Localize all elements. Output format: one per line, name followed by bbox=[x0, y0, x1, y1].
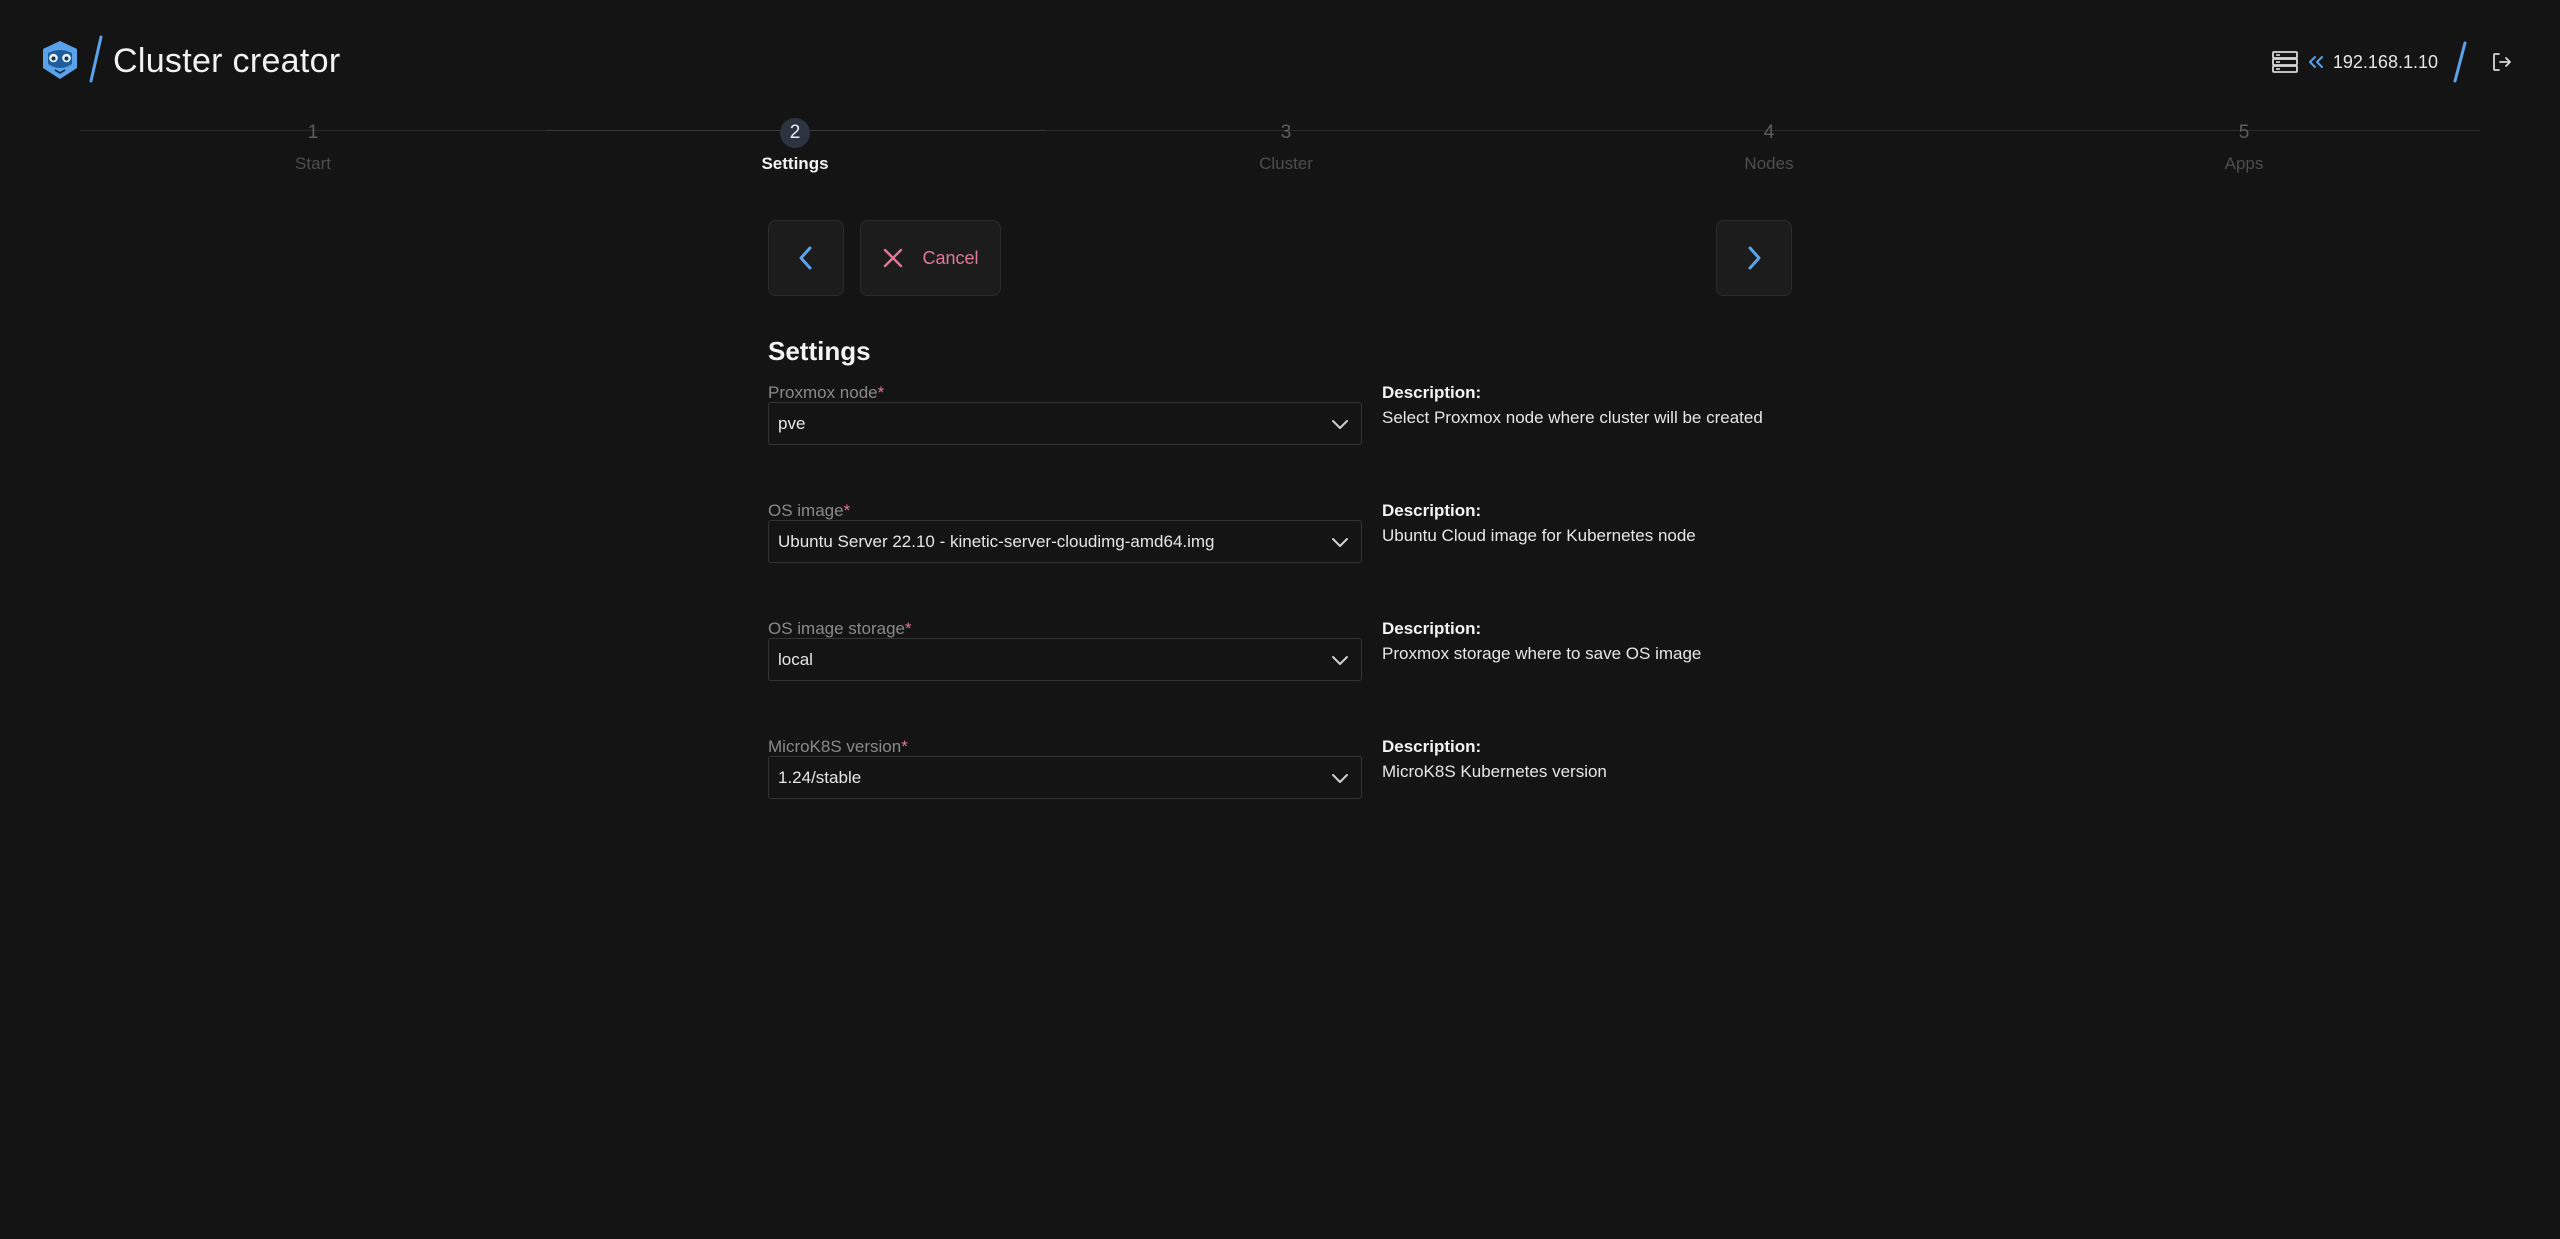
app-title: Cluster creator bbox=[113, 42, 341, 80]
os-image-select[interactable]: Ubuntu Server 22.10 - kinetic-server-clo… bbox=[768, 520, 1362, 563]
chevron-right-icon bbox=[1748, 246, 1761, 270]
description-heading: Description: bbox=[1382, 737, 1482, 756]
title-divider-slash bbox=[89, 35, 103, 83]
field-description: Description: MicroK8S Kubernetes version bbox=[1382, 737, 1802, 782]
step-nodes[interactable]: 4 Nodes bbox=[1669, 118, 1869, 174]
field-label: OS image storage* bbox=[768, 619, 912, 638]
step-number: 4 bbox=[1763, 122, 1775, 143]
host-controls: 192.168.1.10 bbox=[2271, 41, 2514, 83]
field-label: MicroK8S version* bbox=[768, 737, 908, 756]
microk8s-version-select[interactable]: 1.24/stable bbox=[768, 756, 1362, 799]
step-label: Start bbox=[295, 154, 331, 173]
chevron-down-icon bbox=[1332, 538, 1348, 547]
step-number: 3 bbox=[1280, 122, 1292, 143]
field-label: OS image* bbox=[768, 501, 851, 520]
description-text: MicroK8S Kubernetes version bbox=[1382, 762, 1607, 781]
close-icon bbox=[884, 248, 903, 268]
host-address[interactable]: 192.168.1.10 bbox=[2333, 52, 2438, 73]
description-text: Proxmox storage where to save OS image bbox=[1382, 644, 1702, 663]
step-label: Apps bbox=[2224, 154, 2264, 173]
chevron-down-icon bbox=[1332, 656, 1348, 665]
select-value: Ubuntu Server 22.10 - kinetic-server-clo… bbox=[778, 532, 1215, 551]
required-marker: * bbox=[843, 501, 851, 520]
step-start[interactable]: 1 Start bbox=[213, 118, 413, 174]
step-number: 5 bbox=[2238, 122, 2250, 143]
required-marker: * bbox=[901, 737, 908, 756]
select-value: 1.24/stable bbox=[778, 768, 862, 787]
step-settings[interactable]: 2 Settings bbox=[695, 118, 895, 174]
cancel-button[interactable]: Cancel bbox=[860, 220, 1001, 296]
os-image-storage-select[interactable]: local bbox=[768, 638, 1362, 681]
section-title: Settings bbox=[768, 336, 871, 366]
logout-icon[interactable] bbox=[2490, 50, 2514, 74]
proxmox-node-select[interactable]: pve bbox=[768, 402, 1362, 445]
select-value: pve bbox=[778, 414, 806, 433]
required-marker: * bbox=[877, 383, 885, 402]
app-header: Cluster creator 192.168.1.10 bbox=[0, 0, 2560, 124]
description-heading: Description: bbox=[1382, 383, 1482, 402]
field-os-image-storage: OS image storage* local Description: Pro… bbox=[768, 619, 1792, 709]
step-label: Cluster bbox=[1259, 154, 1313, 173]
step-number: 2 bbox=[780, 118, 810, 148]
chevron-left-icon bbox=[799, 246, 812, 270]
description-heading: Description: bbox=[1382, 619, 1482, 638]
step-apps[interactable]: 5 Apps bbox=[2144, 118, 2344, 174]
next-button[interactable] bbox=[1716, 220, 1792, 296]
host-divider-slash bbox=[2453, 41, 2467, 83]
cancel-label: Cancel bbox=[922, 247, 979, 268]
description-text: Select Proxmox node where cluster will b… bbox=[1382, 408, 1763, 427]
select-value: local bbox=[778, 650, 813, 669]
step-cluster[interactable]: 3 Cluster bbox=[1186, 118, 1386, 174]
required-marker: * bbox=[905, 619, 912, 638]
server-icon[interactable] bbox=[2271, 50, 2299, 74]
field-microk8s-version: MicroK8S version* 1.24/stable Descriptio… bbox=[768, 737, 1792, 827]
chevron-down-icon bbox=[1332, 774, 1348, 783]
field-description: Description: Ubuntu Cloud image for Kube… bbox=[1382, 501, 1802, 546]
field-proxmox-node: Proxmox node* pve Description: Select Pr… bbox=[768, 383, 1792, 473]
back-button[interactable] bbox=[768, 220, 844, 296]
description-heading: Description: bbox=[1382, 501, 1482, 520]
description-text: Ubuntu Cloud image for Kubernetes node bbox=[1382, 526, 1696, 545]
field-os-image: OS image* Ubuntu Server 22.10 - kinetic-… bbox=[768, 501, 1792, 591]
field-description: Description: Proxmox storage where to sa… bbox=[1382, 619, 1802, 664]
chevron-down-icon bbox=[1332, 420, 1348, 429]
step-label: Nodes bbox=[1744, 154, 1794, 173]
field-description: Description: Select Proxmox node where c… bbox=[1382, 383, 1802, 428]
field-label: Proxmox node* bbox=[768, 383, 885, 402]
wizard-stepper: 1 Start 2 Settings 3 Cluster 4 Nodes 5 A… bbox=[0, 118, 2560, 188]
step-number: 1 bbox=[307, 122, 319, 143]
step-label: Settings bbox=[761, 154, 829, 173]
chevrons-left-icon[interactable] bbox=[2307, 54, 2325, 70]
logo-icon[interactable] bbox=[38, 38, 82, 82]
